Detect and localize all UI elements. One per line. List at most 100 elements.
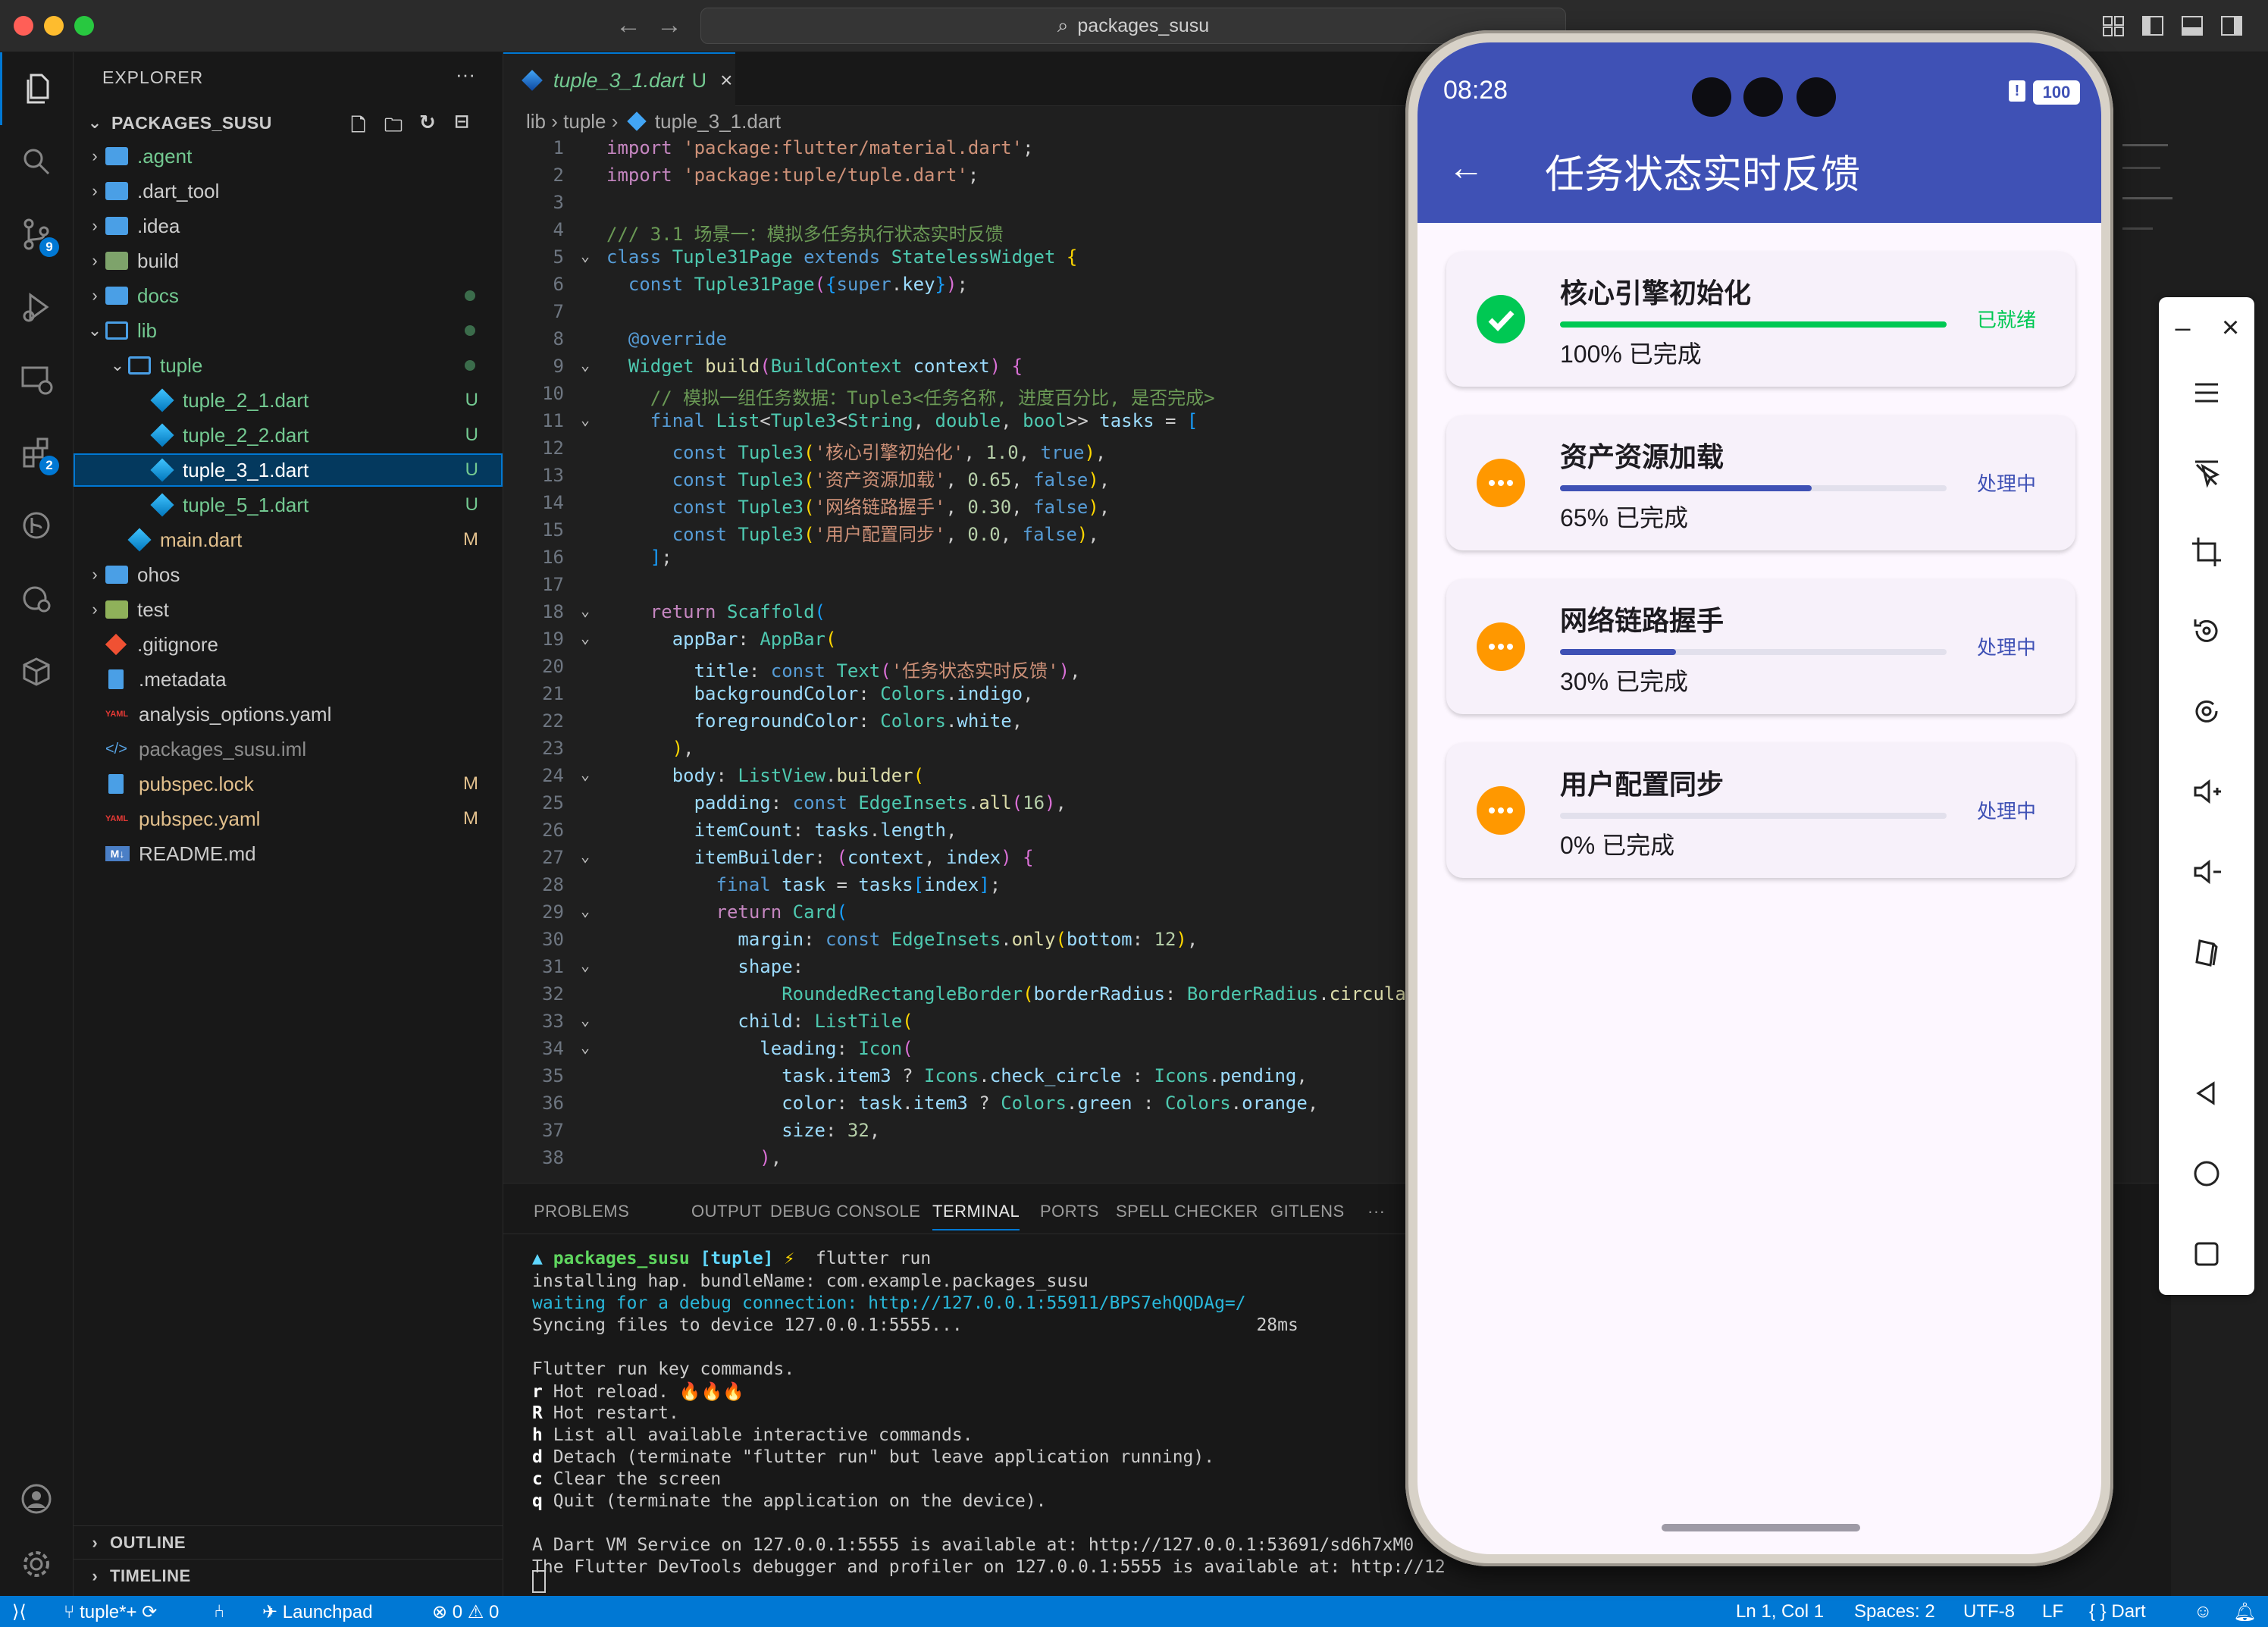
more-actions-icon[interactable]: ··· xyxy=(456,63,475,86)
nav-home-button[interactable] xyxy=(2159,1143,2254,1204)
close-tab-icon[interactable]: × xyxy=(720,68,732,92)
phone-screen[interactable]: 08:28 ! 100 ← 任务状态实时反馈 核心引擎初始化 100% 已完成 已就… xyxy=(1418,42,2101,1554)
copilot-icon[interactable]: ☺ xyxy=(2194,1601,2213,1622)
tree-item[interactable]: </> packages_susu.iml xyxy=(74,732,503,766)
minimize-window-button[interactable] xyxy=(44,16,64,36)
code-line: 19 ⌄ appBar: AppBar( xyxy=(542,629,837,650)
workspace-root[interactable]: ⌄ PACKAGES_SUSU 🗋 🗀 ↻ ⊟ xyxy=(74,106,503,140)
breadcrumb-item[interactable]: tuple xyxy=(563,110,606,133)
no-touch-button[interactable] xyxy=(2159,441,2254,502)
tree-item[interactable]: M↓ README.md xyxy=(74,837,503,870)
tree-item[interactable]: › test xyxy=(74,593,503,626)
tree-item[interactable]: .gitignore xyxy=(74,628,503,661)
outline-section[interactable]: › OUTLINE xyxy=(74,1525,503,1560)
volume-down-button[interactable] xyxy=(2159,842,2254,902)
back-arrow-icon[interactable]: ← xyxy=(616,11,641,40)
source-control-activity[interactable]: 9 xyxy=(0,198,73,271)
git-branch-status[interactable]: ⑂ tuple*+ ⟳ xyxy=(64,1601,157,1623)
panel-tab-problems[interactable]: PROBLEMS xyxy=(534,1202,629,1221)
tree-item[interactable]: main.dart M xyxy=(74,523,503,556)
task-card[interactable]: 网络链路握手 30% 已完成 处理中 xyxy=(1446,579,2075,714)
battery-indicator: 100 xyxy=(2033,80,2080,105)
minimize-simulator-button[interactable]: – xyxy=(2159,297,2207,358)
git-graph-icon[interactable]: ⑃ xyxy=(214,1601,224,1622)
tree-item[interactable]: › .idea xyxy=(74,209,503,243)
crop-button[interactable] xyxy=(2159,522,2254,582)
fold-button[interactable] xyxy=(2159,922,2254,983)
refresh-icon[interactable]: ↻ xyxy=(419,111,436,134)
zoom-window-button[interactable] xyxy=(74,16,94,36)
menu-button[interactable] xyxy=(2159,362,2254,423)
remote-explorer-activity[interactable] xyxy=(0,343,73,416)
tree-item[interactable]: › build xyxy=(74,244,503,277)
volume-up-button[interactable] xyxy=(2159,761,2254,822)
search-activity[interactable] xyxy=(0,125,73,198)
task-card[interactable]: 资产资源加载 65% 已完成 处理中 xyxy=(1446,415,2075,550)
tree-item[interactable]: › ohos xyxy=(74,558,503,591)
gitlens-inspect-activity[interactable] xyxy=(0,562,73,635)
tab-tuple-3-1[interactable]: tuple_3_1.dart U × xyxy=(503,52,735,107)
panel-tab-debug-console[interactable]: DEBUG CONSOLE xyxy=(770,1202,920,1221)
new-folder-icon[interactable]: 🗀 xyxy=(384,112,403,143)
panel-tab-gitlens[interactable]: GITLENS xyxy=(1270,1202,1345,1221)
nav-back-button[interactable] xyxy=(2159,1063,2254,1124)
back-arrow-icon[interactable]: ← xyxy=(1448,147,1484,189)
tree-item[interactable]: tuple_2_2.dart U xyxy=(74,419,503,452)
indentation[interactable]: Spaces: 2 xyxy=(1854,1601,1935,1622)
panel-tab-ports[interactable]: PORTS xyxy=(1040,1202,1099,1221)
collapse-all-icon[interactable]: ⊟ xyxy=(454,111,469,133)
toggle-panel-icon[interactable] xyxy=(2180,14,2204,38)
tree-item[interactable]: › .agent xyxy=(74,140,503,173)
breadcrumb-item[interactable]: lib xyxy=(526,110,546,133)
remote-monitor-icon xyxy=(21,366,53,395)
tree-item[interactable]: ⌄ lib xyxy=(74,314,503,347)
screenshot-button[interactable] xyxy=(2159,681,2254,741)
home-indicator[interactable] xyxy=(1662,1524,1860,1531)
forward-arrow-icon[interactable]: → xyxy=(656,11,682,40)
layout-grid-icon[interactable] xyxy=(2101,14,2125,38)
package-activity[interactable] xyxy=(0,635,73,707)
task-card[interactable]: 用户配置同步 0% 已完成 处理中 xyxy=(1446,743,2075,878)
tree-item[interactable]: tuple_2_1.dart U xyxy=(74,384,503,417)
breadcrumb-item[interactable]: tuple_3_1.dart xyxy=(655,110,781,133)
cursor-position[interactable]: Ln 1, Col 1 xyxy=(1736,1601,1824,1622)
launchpad-status[interactable]: ✈ Launchpad xyxy=(262,1601,373,1623)
task-card[interactable]: 核心引擎初始化 100% 已完成 已就绪 xyxy=(1446,252,2075,387)
rotate-button[interactable] xyxy=(2159,600,2254,661)
tree-item[interactable]: tuple_5_1.dart U xyxy=(74,488,503,522)
accounts-activity[interactable] xyxy=(0,1462,73,1535)
problems-status[interactable]: ⊗ 0 ⚠ 0 xyxy=(432,1601,499,1623)
tree-item[interactable]: ⌄ tuple xyxy=(74,349,503,382)
code-area[interactable]: 1 import 'package:flutter/material.dart';… xyxy=(503,137,1428,1182)
extensions-activity[interactable]: 2 xyxy=(0,416,73,489)
panel-tab-terminal[interactable]: TERMINAL xyxy=(932,1202,1020,1230)
close-simulator-button[interactable]: × xyxy=(2207,297,2254,358)
nav-recents-button[interactable] xyxy=(2159,1224,2254,1284)
explorer-activity[interactable] xyxy=(0,52,75,125)
line-ending[interactable]: LF xyxy=(2042,1601,2063,1622)
panel-more-icon[interactable]: ··· xyxy=(1367,1202,1385,1221)
close-window-button[interactable] xyxy=(14,16,33,36)
tree-item[interactable]: pubspec.lock M xyxy=(74,767,503,801)
toggle-sidebar-icon[interactable] xyxy=(2141,14,2165,38)
manage-activity[interactable] xyxy=(0,1528,73,1600)
encoding[interactable]: UTF-8 xyxy=(1963,1601,2015,1622)
remote-indicator-icon[interactable]: ⟩⟨ xyxy=(12,1601,27,1623)
new-file-icon[interactable]: 🗋 xyxy=(351,112,365,143)
panel-tab-output[interactable]: OUTPUT xyxy=(691,1202,762,1221)
timeline-section[interactable]: › TIMELINE xyxy=(74,1559,503,1593)
tree-item[interactable]: YAML pubspec.yaml M xyxy=(74,802,503,835)
command-center-search[interactable]: ⌕ packages_susu xyxy=(700,8,1566,44)
run-debug-activity[interactable] xyxy=(0,271,73,343)
tree-item[interactable]: › docs xyxy=(74,279,503,312)
language-mode[interactable]: { } Dart xyxy=(2089,1601,2146,1622)
tree-item[interactable]: YAML analysis_options.yaml xyxy=(74,698,503,731)
tree-item[interactable]: .metadata xyxy=(74,663,503,696)
tree-item[interactable]: › .dart_tool xyxy=(74,174,503,208)
circle-home-icon xyxy=(2194,1161,2219,1187)
tree-item[interactable]: tuple_3_1.dart U xyxy=(74,453,503,487)
toggle-secondary-sidebar-icon[interactable] xyxy=(2219,14,2244,38)
panel-tab-spell-checker[interactable]: SPELL CHECKER xyxy=(1116,1202,1258,1221)
notifications-bell-icon[interactable]: 🔔︎ xyxy=(2233,1601,2256,1623)
gitlens-activity[interactable] xyxy=(0,489,73,562)
